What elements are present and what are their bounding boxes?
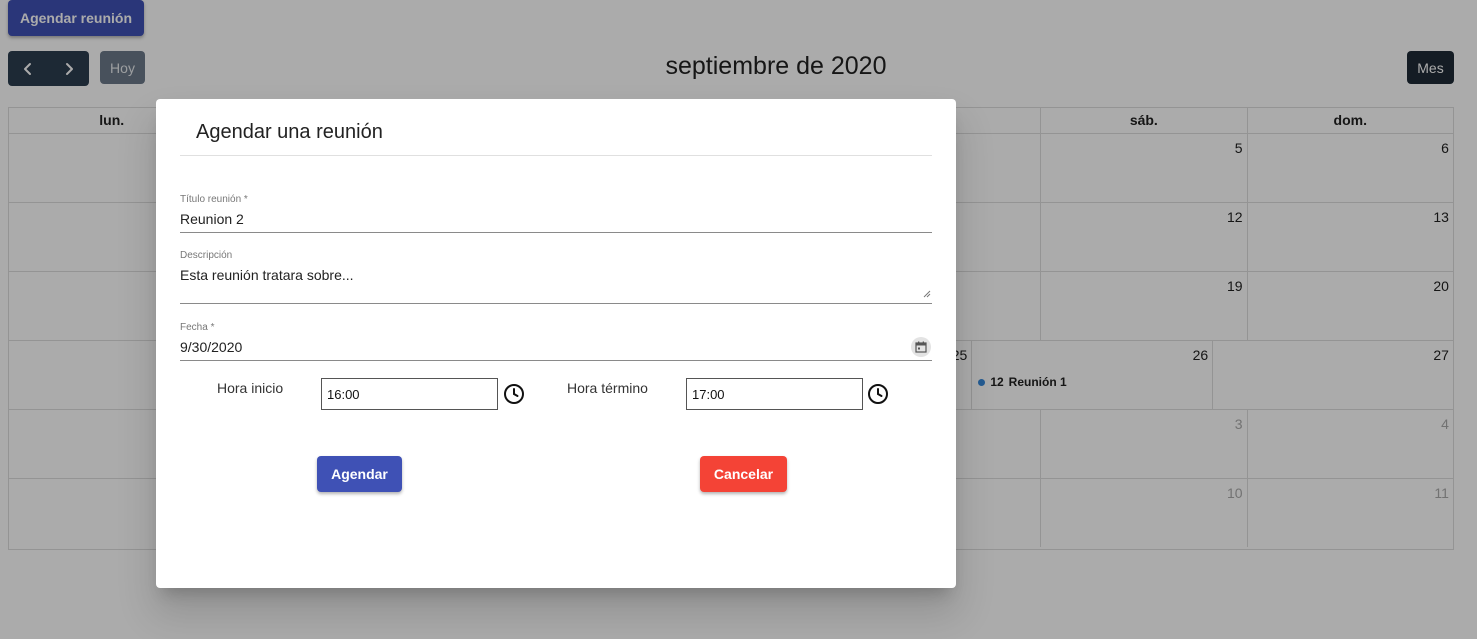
meeting-title-underline: [180, 232, 932, 233]
resize-grip-icon[interactable]: [923, 290, 931, 298]
dialog-divider: [180, 155, 932, 156]
description-underline: [180, 303, 932, 304]
meeting-title-input[interactable]: Reunion 2: [180, 211, 932, 227]
clock-icon[interactable]: [867, 383, 889, 405]
submit-schedule-button[interactable]: Agendar: [317, 456, 402, 492]
date-picker-button[interactable]: [911, 337, 931, 357]
meeting-title-label: Título reunión *: [180, 194, 248, 205]
clock-icon[interactable]: [503, 383, 525, 405]
description-label: Descripción: [180, 250, 233, 261]
end-time-input[interactable]: 17:00: [686, 378, 863, 410]
date-underline: [180, 360, 932, 361]
date-input[interactable]: 9/30/2020: [180, 339, 880, 355]
schedule-meeting-dialog: Agendar una reunión Título reunión * Reu…: [156, 99, 956, 588]
cancel-button[interactable]: Cancelar: [700, 456, 787, 492]
dialog-title: Agendar una reunión: [196, 121, 383, 143]
cancel-button-label: Cancelar: [713, 466, 774, 482]
end-time-label: Hora término: [567, 380, 648, 396]
date-label: Fecha *: [180, 322, 215, 333]
start-time-label: Hora inicio: [217, 380, 284, 396]
start-time-input[interactable]: 16:00: [321, 378, 498, 410]
description-textarea[interactable]: Esta reunión tratara sobre...: [180, 267, 932, 297]
submit-schedule-button-label: Agendar: [331, 466, 388, 482]
calendar-icon: [915, 341, 927, 353]
